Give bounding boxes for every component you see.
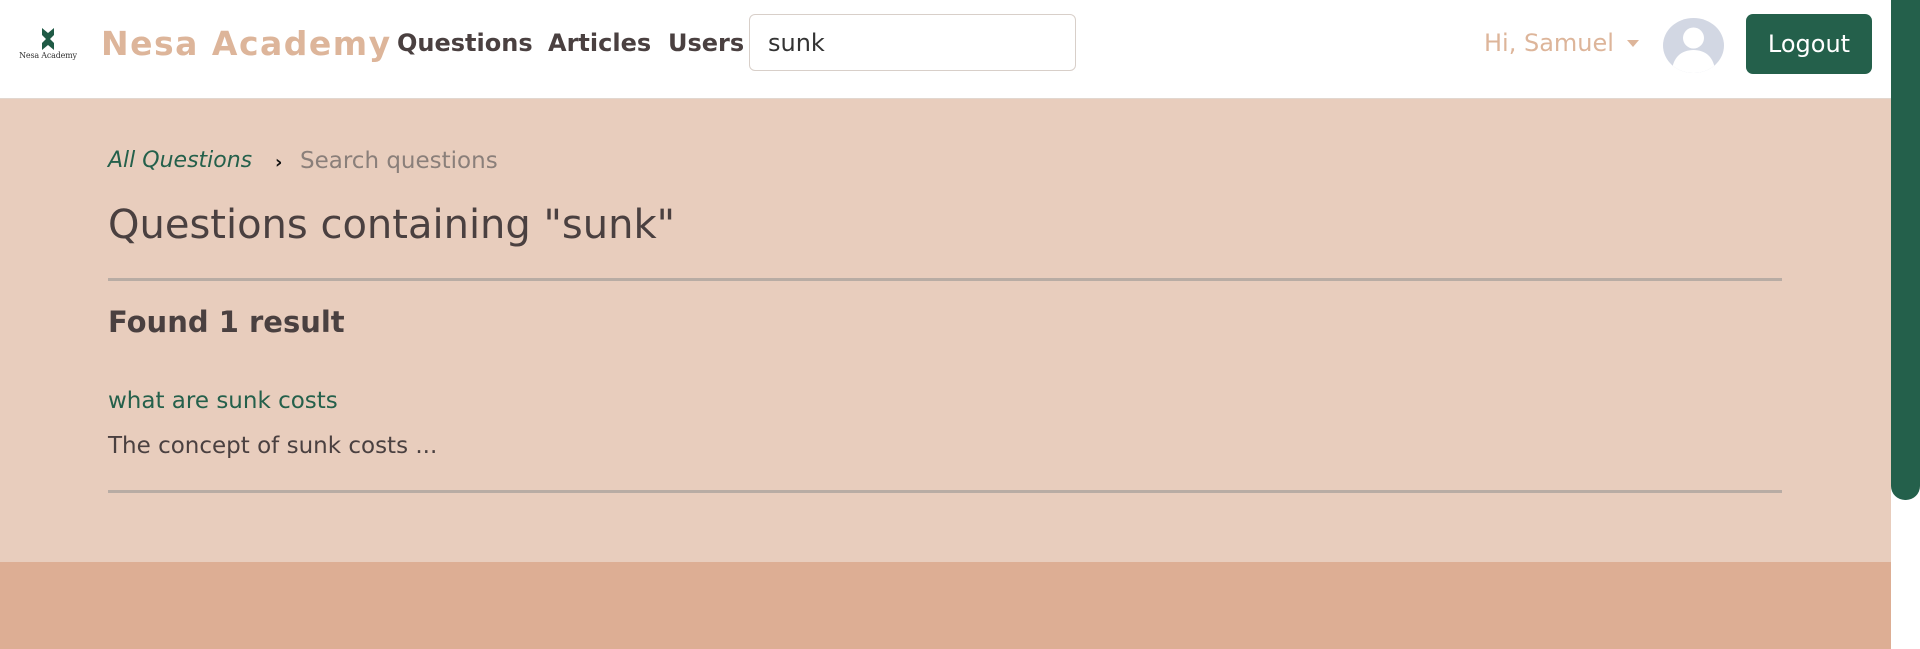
caret-down-icon[interactable]	[1627, 40, 1639, 47]
top-navbar: Nesa Academy Nesa Academy Questions Arti…	[0, 0, 1920, 99]
footer	[0, 562, 1920, 649]
logout-button[interactable]: Logout	[1746, 14, 1872, 74]
nav-link-articles[interactable]: Articles	[548, 29, 651, 57]
user-avatar-icon	[1672, 27, 1715, 73]
result-count: Found 1 result	[108, 305, 345, 339]
user-menu-toggle[interactable]: Hi, Samuel	[1484, 29, 1614, 57]
scrollbar-thumb[interactable]	[1891, 0, 1920, 500]
nav-link-users[interactable]: Users	[668, 29, 744, 57]
title-divider	[108, 278, 1782, 281]
search-input[interactable]	[749, 14, 1076, 71]
brand-name[interactable]: Nesa Academy	[101, 24, 392, 63]
academy-logo-icon	[42, 28, 54, 50]
result-excerpt: The concept of sunk costs ...	[108, 433, 438, 459]
logo-text: Nesa Academy	[19, 51, 77, 60]
site-logo[interactable]: Nesa Academy	[18, 28, 78, 62]
nav-link-questions[interactable]: Questions	[397, 29, 533, 57]
result-divider	[108, 490, 1782, 493]
breadcrumb-all-questions[interactable]: All Questions	[108, 148, 252, 173]
chevron-right-icon: ›	[275, 152, 283, 173]
breadcrumb-current: Search questions	[300, 148, 498, 174]
result-title-link[interactable]: what are sunk costs	[108, 388, 338, 414]
avatar[interactable]	[1663, 18, 1724, 73]
page-title: Questions containing "sunk"	[108, 202, 676, 248]
